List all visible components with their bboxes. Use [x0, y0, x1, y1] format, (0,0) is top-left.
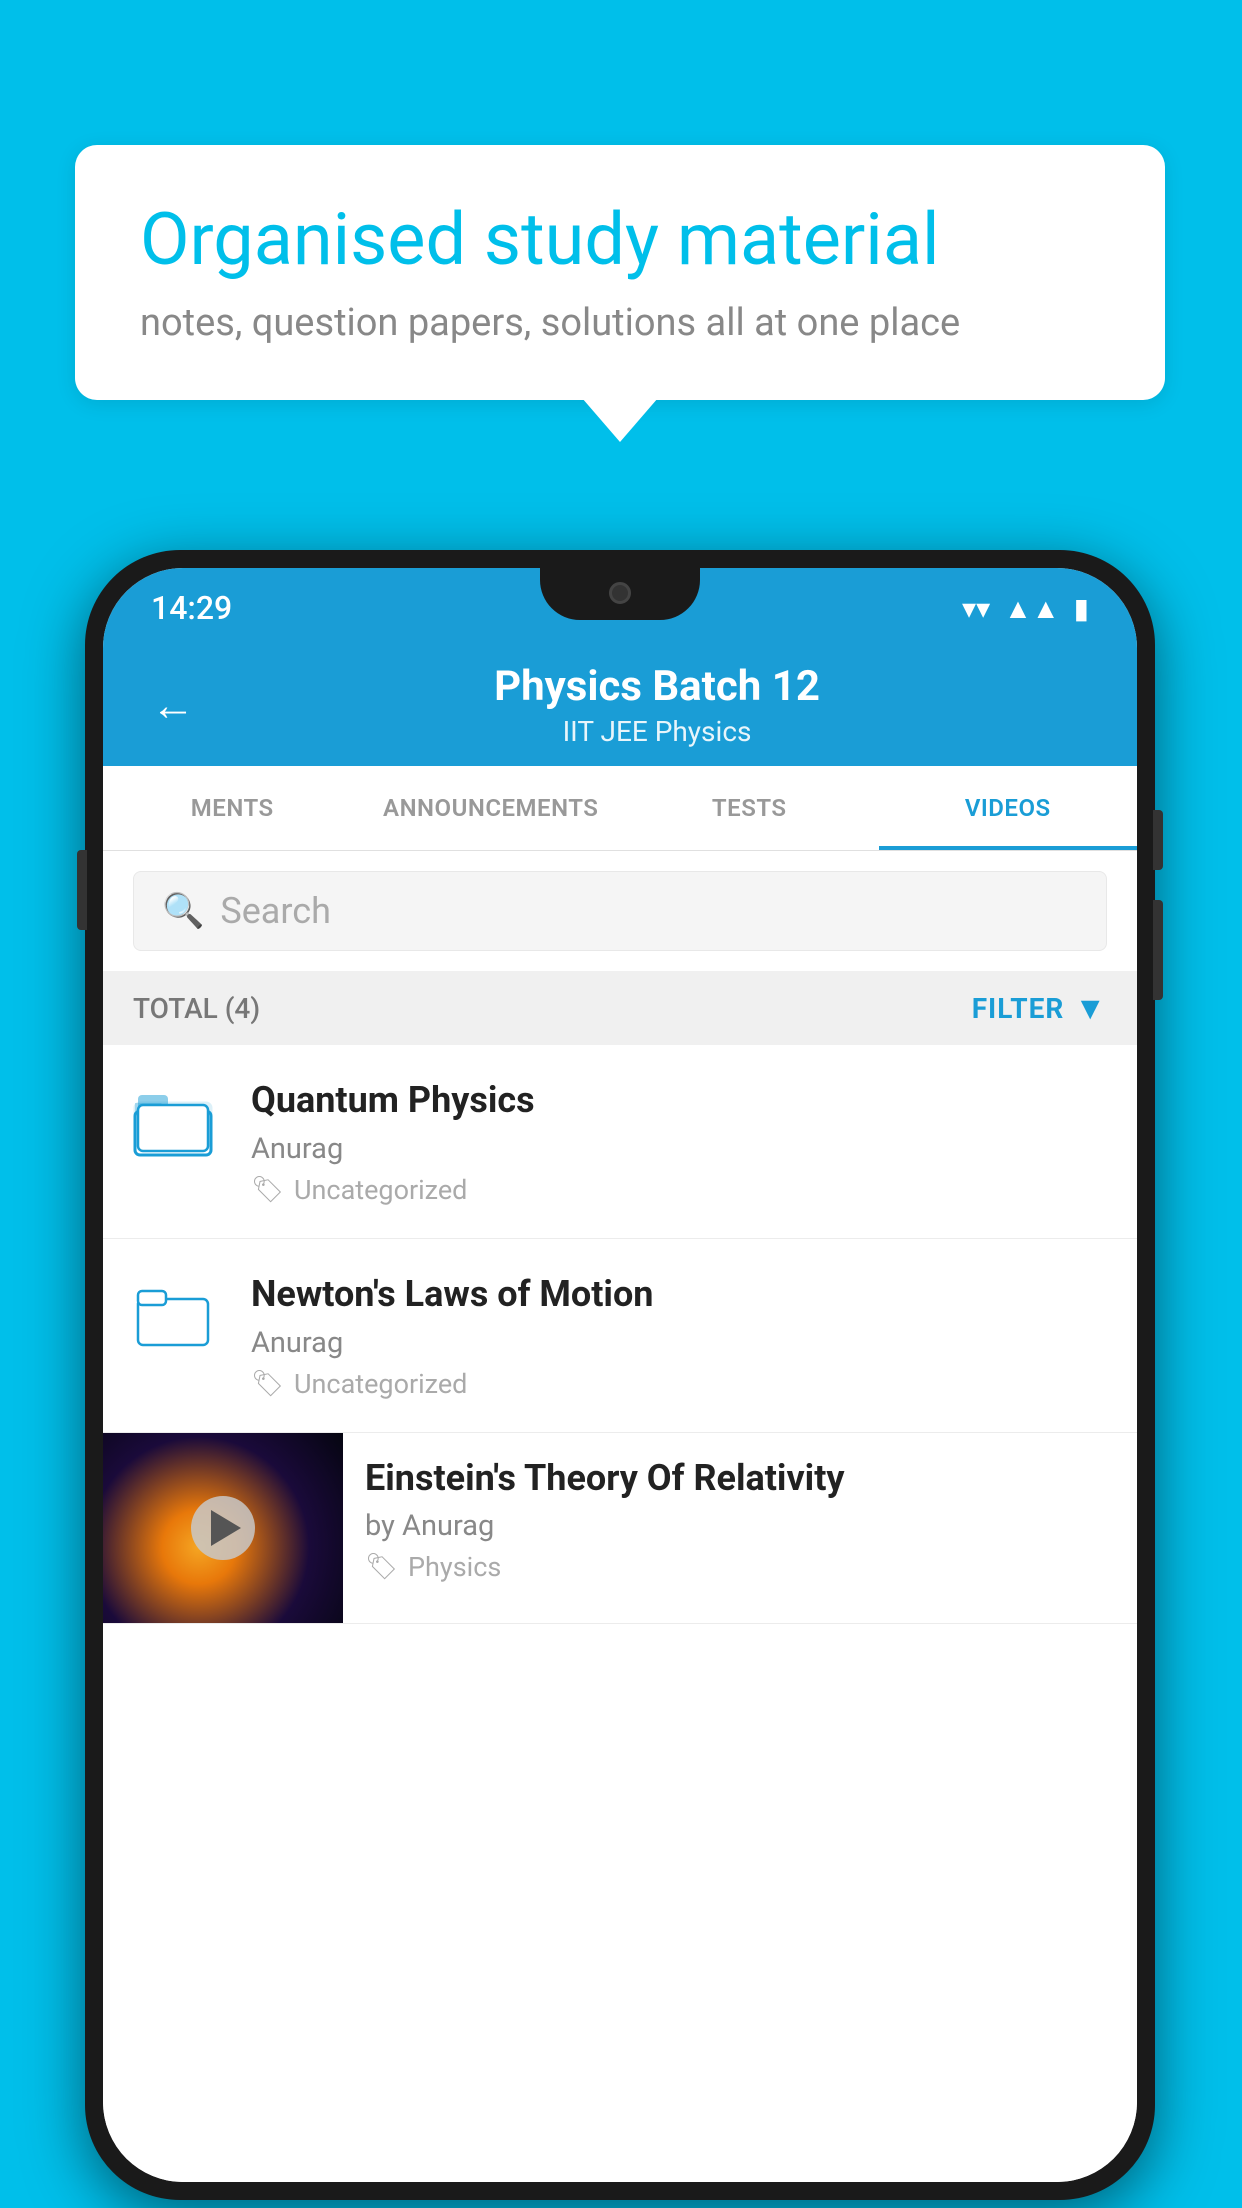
filter-button[interactable]: FILTER ▼	[972, 989, 1107, 1027]
filter-label: FILTER	[972, 992, 1065, 1025]
tag-text: Physics	[408, 1551, 501, 1583]
phone-device: 14:29 ▾▾ ▲▲ ▮ ← Physics Batch 12 IIT JEE…	[85, 550, 1155, 2200]
speech-bubble-container: Organised study material notes, question…	[75, 145, 1165, 400]
phone-notch	[540, 568, 700, 620]
video-author: Anurag	[251, 1132, 1107, 1166]
tab-announcements[interactable]: ANNOUNCEMENTS	[362, 766, 621, 850]
side-button-volume	[77, 850, 87, 930]
video-tag: 🏷 Uncategorized	[251, 1368, 1107, 1400]
list-item[interactable]: Einstein's Theory Of Relativity by Anura…	[103, 1433, 1137, 1624]
video-title: Quantum Physics	[251, 1077, 1107, 1124]
play-button-overlay[interactable]	[191, 1496, 255, 1560]
folder-icon	[133, 1083, 223, 1162]
filter-row: TOTAL (4) FILTER ▼	[103, 971, 1137, 1045]
tab-videos[interactable]: VIDEOS	[879, 766, 1138, 850]
tag-icon: 🏷	[251, 1369, 284, 1399]
speech-bubble: Organised study material notes, question…	[75, 145, 1165, 400]
search-bar-wrapper: 🔍 Search	[103, 851, 1137, 971]
search-icon: 🔍	[162, 891, 204, 931]
speech-bubble-title: Organised study material	[140, 200, 1100, 279]
status-icons: ▾▾ ▲▲ ▮	[962, 592, 1089, 625]
video-tag: 🏷 Uncategorized	[251, 1174, 1107, 1206]
video-info: Quantum Physics Anurag 🏷 Uncategorized	[251, 1077, 1107, 1206]
folder-icon	[133, 1277, 223, 1356]
side-button-power	[1153, 810, 1163, 870]
header-title: Physics Batch 12	[225, 662, 1089, 711]
search-input[interactable]: Search	[220, 890, 331, 932]
header-subtitle: IIT JEE Physics	[225, 715, 1089, 748]
signal-icon: ▲▲	[1004, 592, 1059, 625]
tag-text: Uncategorized	[294, 1174, 467, 1206]
tag-text: Uncategorized	[294, 1368, 467, 1400]
tabs-bar: MENTS ANNOUNCEMENTS TESTS VIDEOS	[103, 766, 1137, 851]
video-tag: 🏷 Physics	[365, 1551, 1115, 1583]
video-info: Newton's Laws of Motion Anurag 🏷 Uncateg…	[251, 1271, 1107, 1400]
filter-funnel-icon: ▼	[1074, 989, 1107, 1027]
video-title: Einstein's Theory Of Relativity	[365, 1455, 1115, 1502]
tag-icon: 🏷	[365, 1552, 398, 1582]
tag-icon: 🏷	[251, 1175, 284, 1205]
phone-screen: 14:29 ▾▾ ▲▲ ▮ ← Physics Batch 12 IIT JEE…	[103, 568, 1137, 2182]
header-title-block: Physics Batch 12 IIT JEE Physics	[225, 662, 1089, 748]
video-list: Quantum Physics Anurag 🏷 Uncategorized	[103, 1045, 1137, 2182]
screen-content: 14:29 ▾▾ ▲▲ ▮ ← Physics Batch 12 IIT JEE…	[103, 568, 1137, 2182]
speech-bubble-subtitle: notes, question papers, solutions all at…	[140, 301, 1100, 345]
video-info: Einstein's Theory Of Relativity by Anura…	[343, 1433, 1137, 1606]
list-item[interactable]: Quantum Physics Anurag 🏷 Uncategorized	[103, 1045, 1137, 1239]
app-header: ← Physics Batch 12 IIT JEE Physics	[103, 640, 1137, 766]
tab-ments[interactable]: MENTS	[103, 766, 362, 850]
play-icon	[211, 1510, 241, 1546]
video-thumbnail	[103, 1433, 343, 1623]
front-camera	[609, 582, 631, 604]
video-author: by Anurag	[365, 1509, 1115, 1543]
battery-icon: ▮	[1074, 592, 1089, 625]
status-time: 14:29	[151, 589, 232, 627]
tab-tests[interactable]: TESTS	[620, 766, 879, 850]
side-button-volume-right	[1153, 900, 1163, 1000]
total-count: TOTAL (4)	[133, 992, 260, 1025]
wifi-icon: ▾▾	[962, 592, 990, 625]
back-button[interactable]: ←	[151, 683, 195, 727]
phone-outer-frame: 14:29 ▾▾ ▲▲ ▮ ← Physics Batch 12 IIT JEE…	[85, 550, 1155, 2200]
list-item[interactable]: Newton's Laws of Motion Anurag 🏷 Uncateg…	[103, 1239, 1137, 1433]
video-author: Anurag	[251, 1326, 1107, 1360]
search-bar[interactable]: 🔍 Search	[133, 871, 1107, 951]
video-title: Newton's Laws of Motion	[251, 1271, 1107, 1318]
